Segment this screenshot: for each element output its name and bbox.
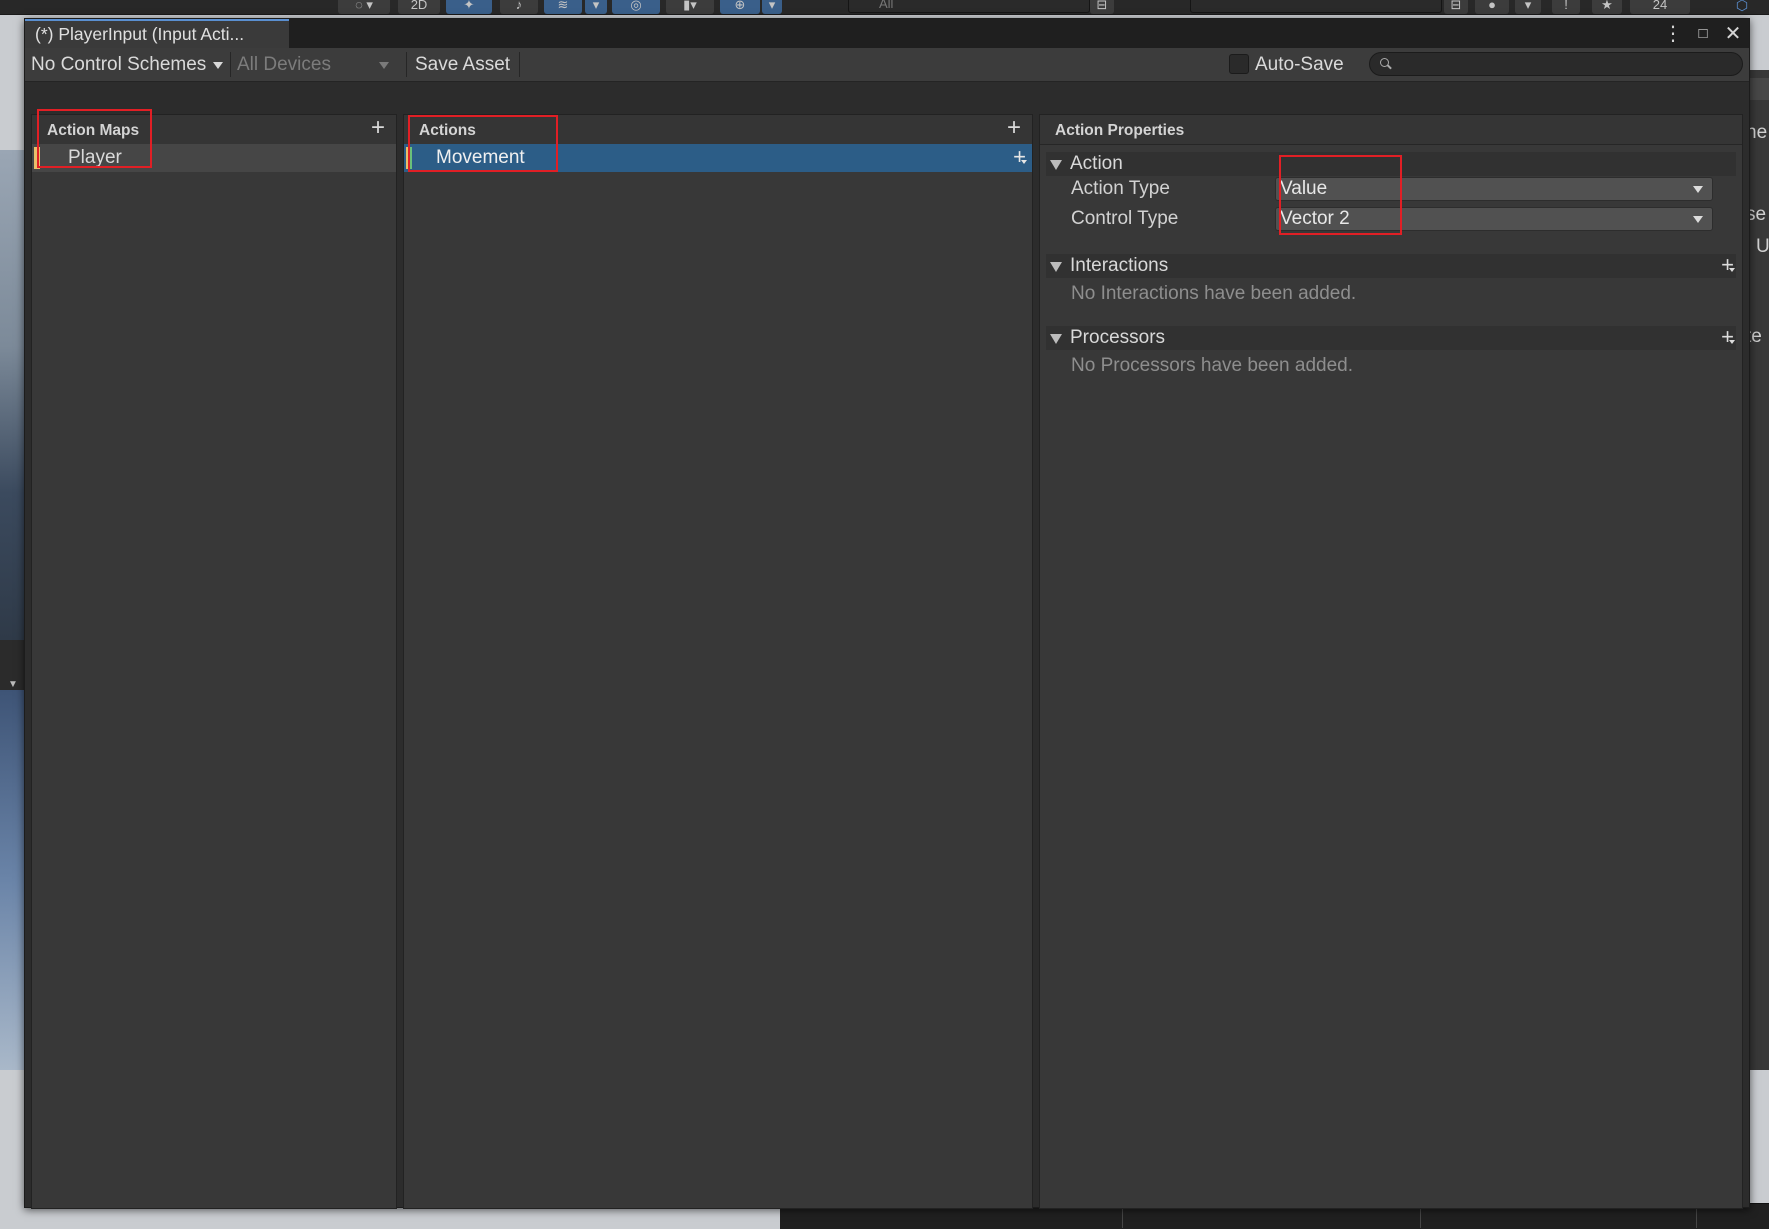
effects-dropdown-icon[interactable]: ▾ [585,0,607,14]
editor-toolbar: No Control Schemes All Devices Save Asse… [25,48,1749,82]
editor-content: Action Maps + Player Actions + Movement … [25,82,1749,1209]
action-maps-header: Action Maps + [32,115,396,145]
action-label: Movement [436,147,525,168]
action-properties-pane: Action Properties Action Action Type Val… [1039,114,1743,1209]
more-options-icon[interactable]: ⋮ [1663,23,1683,45]
action-properties-title: Action Properties [1055,122,1185,139]
window-tab[interactable]: (*) PlayerInput (Input Acti... [25,19,289,48]
action-map-row-player[interactable]: Player [32,144,396,172]
project-filter-icon[interactable]: ⊟ [1444,0,1468,14]
control-schemes-dropdown[interactable]: No Control Schemes [27,50,227,79]
processors-title: Processors [1070,327,1166,348]
auto-save-checkbox[interactable] [1229,54,1249,74]
warning-filter-icon[interactable]: ! [1552,0,1580,14]
action-row-movement[interactable]: Movement + [404,144,1032,172]
game-view-edge [0,690,24,1070]
action-properties-header: Action Properties [1040,115,1742,145]
action-type-label: Action Type [1071,178,1170,199]
chevron-down-icon [213,62,223,69]
chevron-down-icon [1693,216,1703,223]
control-type-label: Control Type [1071,208,1179,229]
action-maps-pane: Action Maps + Player [31,114,397,1209]
lighting-toggle-icon[interactable]: ✦ [446,0,492,14]
toolbar-divider [406,52,407,77]
window-controls: ⋮ □ ✕ [1663,22,1743,46]
add-processor-button[interactable]: + [1721,324,1735,350]
add-action-map-button[interactable]: + [366,116,390,142]
foldout-arrow-icon [1050,262,1062,272]
2d-toggle[interactable]: 2D [398,0,440,14]
save-asset-button[interactable]: Save Asset [409,50,516,79]
search-input[interactable] [1369,52,1743,76]
background-editor-toolbar: ◌ ▾ 2D ✦ ♪ ≋ ▾ ◎ ▮▾ ⊕ ▾ All ⊟ ⊟ ● ▾ ! ★ … [0,0,1769,15]
window-titlebar: (*) PlayerInput (Input Acti... ⋮ □ ✕ [25,19,1749,48]
add-action-button[interactable]: + [1002,116,1026,142]
foldout-arrow-icon [1050,160,1062,170]
action-type-value: Value [1280,178,1328,199]
devices-label: All Devices [237,54,331,75]
left-dropdown-icon[interactable]: ▼ [8,679,18,690]
auto-save-label: Auto-Save [1255,54,1344,75]
visible-count-badge[interactable]: 24 [1630,0,1690,14]
type-filter-icon[interactable]: ▾ [1515,0,1541,14]
scene-view-edge [0,150,24,640]
toolbar-divider [230,52,231,77]
hierarchy-filter-icon[interactable]: ⊟ [1090,0,1114,14]
project-search-field[interactable] [1190,0,1442,13]
label-filter-icon[interactable]: ● [1475,0,1509,14]
gizmos-dropdown-icon[interactable]: ▾ [762,0,782,14]
foldout-arrow-icon [1050,334,1062,344]
hidden-objects-icon[interactable]: ◎ [612,0,660,14]
interactions-empty-text: No Interactions have been added. [1071,283,1357,304]
add-binding-button[interactable]: + [1013,144,1027,170]
control-type-dropdown[interactable]: Vector 2 [1275,207,1713,231]
gizmos-icon[interactable]: ⊕ [720,0,760,14]
camera-tool-icon[interactable]: ▮▾ [666,0,714,14]
processors-empty-text: No Processors have been added. [1071,355,1354,376]
action-type-dropdown[interactable]: Value [1275,177,1713,201]
maximize-icon[interactable]: □ [1693,23,1713,45]
hierarchy-search-field[interactable]: All [848,0,1090,13]
search-icon [1380,58,1389,67]
interactions-section-header[interactable]: Interactions + [1046,252,1736,278]
actions-pane: Actions + Movement + [403,114,1033,1209]
hierarchy-search-hint: All [879,0,894,11]
action-section-title: Action [1070,153,1123,174]
count-badge-text: 24 [1652,0,1668,12]
action-section-header[interactable]: Action [1046,152,1736,176]
inspector-edge-text-3: U [1756,236,1769,257]
devices-dropdown[interactable]: All Devices [233,50,393,79]
favorites-icon[interactable]: ★ [1592,0,1622,14]
action-color-marker [406,147,412,169]
actions-title: Actions [419,122,476,139]
audio-toggle-icon[interactable]: ♪ [500,0,538,14]
effects-toggle-icon[interactable]: ≋ [544,0,582,14]
action-maps-title: Action Maps [47,122,140,139]
input-actions-window: (*) PlayerInput (Input Acti... ⋮ □ ✕ No … [24,18,1750,1209]
interactions-title: Interactions [1070,255,1169,276]
chevron-down-icon [379,62,389,69]
close-icon[interactable]: ✕ [1723,23,1743,45]
inspector-tab[interactable] [1750,78,1769,100]
action-map-color-marker [34,147,40,169]
toolbar-divider [519,52,520,77]
actions-header: Actions + [404,115,1032,145]
processors-section-header[interactable]: Processors + [1046,324,1736,350]
package-cube-icon[interactable]: ⬡ [1722,0,1762,14]
rotate-tool-icon[interactable]: ◌ ▾ [338,0,390,14]
chevron-down-icon [1693,186,1703,193]
control-type-value: Vector 2 [1280,208,1350,229]
add-interaction-button[interactable]: + [1721,252,1735,278]
control-schemes-label: No Control Schemes [31,54,207,75]
action-map-label: Player [68,147,122,168]
